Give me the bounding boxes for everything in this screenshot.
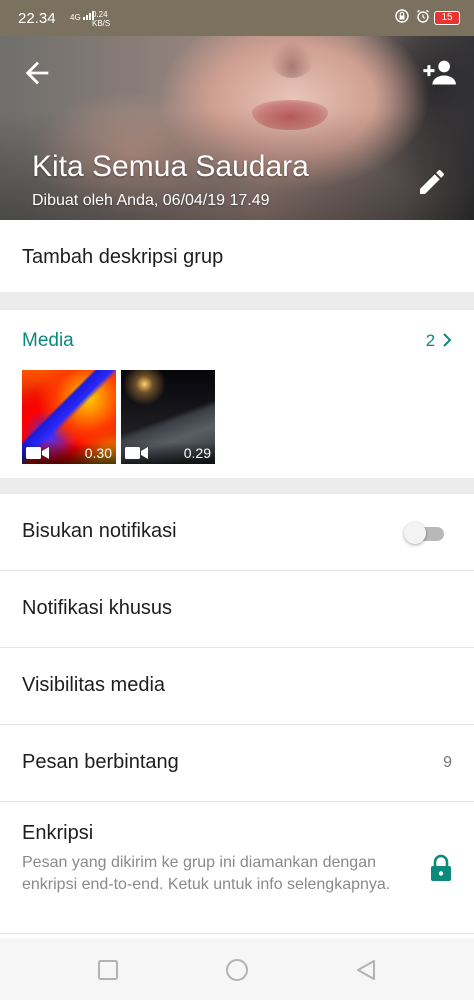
- home-circle-icon[interactable]: [225, 958, 249, 982]
- chevron-right-icon: [443, 333, 452, 347]
- mute-notifications-label: Bisukan notifikasi: [22, 520, 177, 542]
- battery-indicator: 15: [434, 11, 460, 25]
- pencil-icon: [420, 169, 445, 194]
- media-section: Media 2 0.30 0.29: [0, 310, 474, 478]
- toggle-knob: [404, 522, 426, 544]
- media-thumbnail[interactable]: 0.29: [121, 370, 215, 464]
- group-description-row[interactable]: Tambah deskripsi grup: [0, 220, 474, 292]
- system-nav-bar: [0, 938, 474, 1000]
- lock-icon: [431, 854, 451, 881]
- settings-list: Bisukan notifikasi Notifikasi khusus Vis…: [0, 494, 474, 934]
- back-button[interactable]: [20, 56, 54, 90]
- description-placeholder: Tambah deskripsi grup: [22, 246, 224, 268]
- add-participant-button[interactable]: [422, 56, 458, 88]
- group-name[interactable]: Kita Semua Saudara: [32, 150, 309, 184]
- custom-notifications-label: Notifikasi khusus: [22, 597, 173, 619]
- status-icons: [395, 9, 430, 26]
- media-count-link[interactable]: 2: [426, 331, 452, 351]
- media-visibility-label: Visibilitas media: [22, 674, 166, 696]
- status-bar: 22.34 4G 0.24 KB/S 15: [0, 0, 474, 36]
- video-camera-icon: [125, 447, 148, 459]
- media-thumbnail[interactable]: 0.30: [22, 370, 116, 464]
- starred-messages-count: 9: [443, 754, 452, 771]
- media-count: 2: [425, 331, 436, 350]
- starred-messages-row[interactable]: Pesan berbintang 9: [0, 725, 474, 802]
- lock-rotation-icon: [395, 9, 410, 23]
- media-label[interactable]: Media: [22, 330, 74, 352]
- recents-square-icon[interactable]: [96, 958, 120, 982]
- speed-unit: KB/S: [92, 19, 111, 28]
- custom-notifications-row[interactable]: Notifikasi khusus: [0, 571, 474, 648]
- status-time: 22.34: [18, 10, 56, 27]
- media-visibility-row[interactable]: Visibilitas media: [0, 648, 474, 725]
- section-divider: [0, 478, 474, 494]
- starred-messages-label: Pesan berbintang: [22, 751, 179, 773]
- video-duration: 0.29: [183, 445, 211, 461]
- video-duration: 0.30: [84, 445, 112, 461]
- speed-value: 0.24: [92, 10, 108, 19]
- video-camera-icon: [26, 447, 49, 459]
- mute-toggle[interactable]: [404, 522, 444, 544]
- edit-group-name-button[interactable]: [416, 166, 448, 198]
- add-person-icon: [423, 60, 456, 85]
- network-type: 4G: [70, 13, 81, 22]
- alarm-icon: [417, 9, 429, 23]
- created-info: Dibuat oleh Anda, 06/04/19 17.49: [32, 192, 270, 209]
- back-triangle-icon[interactable]: [354, 958, 378, 982]
- encryption-label: Enkripsi: [22, 822, 94, 844]
- network-speed: 0.24 KB/S: [92, 10, 110, 28]
- photo-detail: [270, 40, 314, 78]
- section-divider: [0, 292, 474, 310]
- mute-notifications-row[interactable]: Bisukan notifikasi: [0, 494, 474, 571]
- arrow-back-icon: [25, 61, 49, 85]
- encryption-row[interactable]: Enkripsi Pesan yang dikirim ke grup ini …: [0, 802, 474, 934]
- encryption-description: Pesan yang dikirim ke grup ini diamankan…: [22, 854, 391, 893]
